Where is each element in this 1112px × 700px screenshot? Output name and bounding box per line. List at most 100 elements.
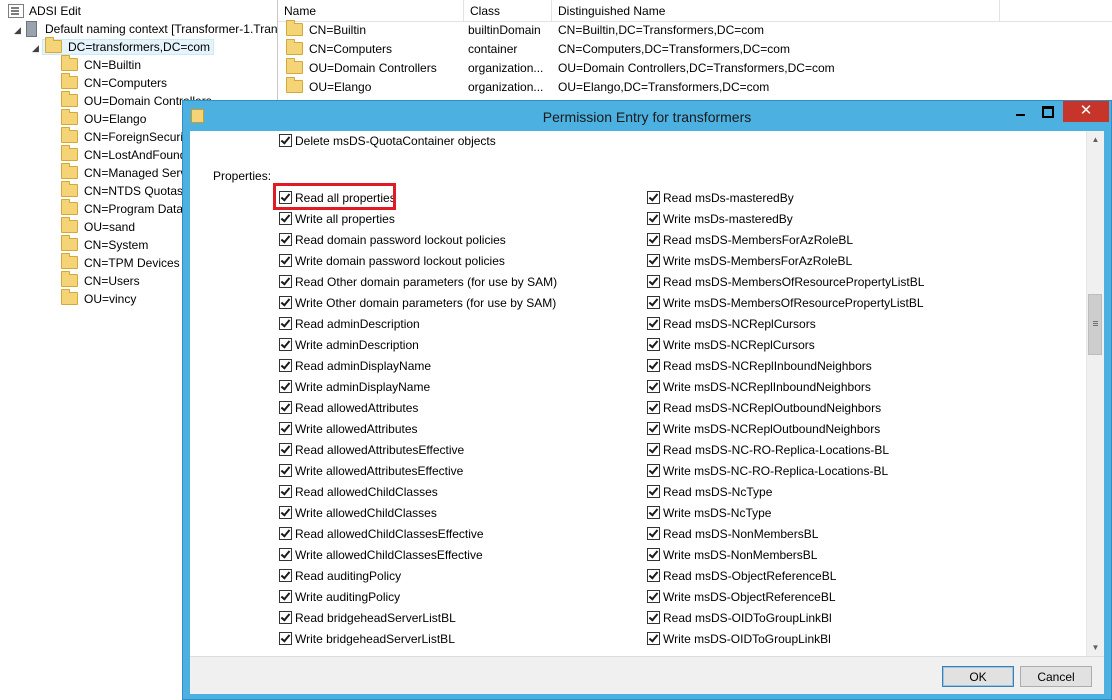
permission-left-checkbox[interactable]: Write adminDisplayName bbox=[279, 379, 430, 395]
list-row[interactable]: OU=Elango organization... OU=Elango,DC=Tra… bbox=[278, 77, 1112, 97]
permission-left-checkbox[interactable]: Read domain password lockout policies bbox=[279, 232, 506, 248]
permission-right-checkbox[interactable]: Read msDS-NonMembersBL bbox=[647, 526, 818, 542]
checkbox-checked-icon bbox=[647, 443, 660, 457]
permission-right-checkbox[interactable]: Write msDS-MembersOfResourcePropertyList… bbox=[647, 295, 924, 311]
permission-right-checkbox[interactable]: Read msDs-masteredBy bbox=[647, 190, 794, 206]
permission-left-checkbox[interactable]: Write allowedChildClasses bbox=[279, 505, 437, 521]
list-row[interactable]: OU=Domain Controllers organization... OU=D… bbox=[278, 58, 1112, 78]
checkbox-checked-icon bbox=[647, 380, 660, 394]
list-cell-class: organization... bbox=[468, 61, 544, 75]
permission-right-checkbox[interactable]: Read msDS-MembersOfResourcePropertyListB… bbox=[647, 274, 924, 290]
permission-left-checkbox[interactable]: Write allowedAttributes bbox=[279, 421, 418, 437]
dialog-titlebar[interactable]: Permission Entry for transformers ✕ bbox=[183, 101, 1111, 133]
permission-right-checkbox[interactable]: Read msDS-NCReplOutboundNeighbors bbox=[647, 400, 881, 416]
permission-right-checkbox[interactable]: Read msDS-NCReplInboundNeighbors bbox=[647, 358, 872, 374]
permission-right-checkbox[interactable]: Read msDS-NCReplCursors bbox=[647, 316, 816, 332]
permission-label: Write msDS-MembersForAzRoleBL bbox=[663, 254, 853, 268]
permission-right-checkbox[interactable]: Write msDS-NCReplCursors bbox=[647, 337, 815, 353]
permission-right-checkbox[interactable]: Write msDS-NCReplOutboundNeighbors bbox=[647, 421, 880, 437]
dialog-client: Delete msDS-QuotaContainer objects Prope… bbox=[190, 131, 1104, 694]
close-button[interactable]: ✕ bbox=[1063, 101, 1109, 122]
permission-left-checkbox[interactable]: Write adminDescription bbox=[279, 337, 419, 353]
permission-left-checkbox[interactable]: Write Other domain parameters (for use b… bbox=[279, 295, 556, 311]
permission-left-checkbox[interactable]: Write allowedAttributesEffective bbox=[279, 463, 463, 479]
column-header-dn[interactable]: Distinguished Name bbox=[552, 0, 1000, 21]
checkbox-checked-icon bbox=[647, 611, 660, 625]
permission-left-checkbox[interactable]: Write all properties bbox=[279, 211, 395, 227]
list-cell-name: OU=Elango bbox=[309, 80, 372, 94]
scroll-thumb[interactable] bbox=[1088, 294, 1102, 355]
tree-item[interactable]: CN=ForeignSecuri bbox=[61, 127, 183, 146]
column-header-class[interactable]: Class bbox=[464, 0, 552, 21]
scroll-down-icon[interactable]: ▼ bbox=[1087, 639, 1104, 656]
list-row[interactable]: CN=Builtin builtinDomain CN=Builtin,DC=Tra… bbox=[278, 20, 1112, 40]
permission-right-checkbox[interactable]: Write msDS-ObjectReferenceBL bbox=[647, 589, 836, 605]
permission-left-checkbox[interactable]: Write bridgeheadServerListBL bbox=[279, 631, 455, 647]
permission-left-checkbox[interactable]: Read allowedAttributes bbox=[279, 400, 418, 416]
permission-right-checkbox[interactable]: Write msDs-masteredBy bbox=[647, 211, 793, 227]
permission-right-checkbox[interactable]: Read msDS-MembersForAzRoleBL bbox=[647, 232, 853, 248]
folder-icon bbox=[61, 55, 78, 72]
tree-item[interactable]: CN=TPM Devices bbox=[61, 253, 180, 272]
tree-item[interactable]: OU=vincy bbox=[61, 289, 136, 308]
permission-left-checkbox[interactable]: Write domain password lockout policies bbox=[279, 253, 505, 269]
ok-button[interactable]: OK bbox=[942, 666, 1014, 687]
checkbox-checked-icon bbox=[647, 338, 660, 352]
expand-arrow-icon[interactable]: ◢ bbox=[14, 25, 21, 36]
permission-left-checkbox[interactable]: Read auditingPolicy bbox=[279, 568, 401, 584]
permission-right-checkbox[interactable]: Write msDS-MembersForAzRoleBL bbox=[647, 253, 852, 269]
list-row[interactable]: CN=Computers container CN=Computers,DC=Tra… bbox=[278, 39, 1112, 59]
checkbox-checked-icon bbox=[647, 401, 660, 415]
permission-left-checkbox[interactable]: Write auditingPolicy bbox=[279, 589, 400, 605]
permission-left-checkbox[interactable]: Write allowedChildClassesEffective bbox=[279, 547, 483, 563]
expand-arrow-icon[interactable]: ◢ bbox=[32, 43, 39, 54]
cancel-button[interactable]: Cancel bbox=[1020, 666, 1092, 687]
tree-item[interactable]: CN=LostAndFound bbox=[61, 145, 186, 164]
permission-left-checkbox[interactable]: Read bridgeheadServerListBL bbox=[279, 610, 456, 626]
close-icon: ✕ bbox=[1079, 102, 1093, 119]
checkbox-checked-icon bbox=[647, 569, 660, 583]
tree-item[interactable]: OU=sand bbox=[61, 217, 135, 236]
tree-item[interactable]: CN=Computers bbox=[61, 73, 167, 92]
tree-root[interactable]: ADSI Edit bbox=[8, 2, 81, 20]
tree-naming-context[interactable]: Default naming context [Transformer-1.Tr… bbox=[26, 20, 277, 38]
column-header-name[interactable]: Name bbox=[278, 0, 464, 21]
permission-right-checkbox[interactable]: Write msDS-NC-RO-Replica-Locations-BL bbox=[647, 463, 888, 479]
permission-right-checkbox[interactable]: Read msDS-NcType bbox=[647, 484, 772, 500]
checkbox-delete-quota-container[interactable]: Delete msDS-QuotaContainer objects bbox=[279, 133, 496, 149]
permission-right-checkbox[interactable]: Read msDS-ObjectReferenceBL bbox=[647, 568, 836, 584]
permission-label: Read msDs-masteredBy bbox=[663, 191, 794, 205]
permission-left-checkbox[interactable]: Read Other domain parameters (for use by… bbox=[279, 274, 557, 290]
tree-item[interactable]: CN=Builtin bbox=[61, 55, 141, 74]
tree-item[interactable]: CN=Managed Serv bbox=[61, 163, 186, 182]
permission-right-checkbox[interactable]: Write msDS-NCReplInboundNeighbors bbox=[647, 379, 871, 395]
permission-right-checkbox[interactable]: Write msDS-NcType bbox=[647, 505, 771, 521]
checkbox-checked-icon bbox=[647, 317, 660, 331]
tree-item[interactable]: CN=Program Data bbox=[61, 199, 183, 218]
tree-item[interactable]: OU=Elango bbox=[61, 109, 146, 128]
permission-right-checkbox[interactable]: Read msDS-NC-RO-Replica-Locations-BL bbox=[647, 442, 889, 458]
permission-right-checkbox[interactable]: Read msDS-OIDToGroupLinkBl bbox=[647, 610, 832, 626]
permission-left-checkbox[interactable]: Read allowedChildClasses bbox=[279, 484, 438, 500]
permission-left-checkbox[interactable]: Read adminDisplayName bbox=[279, 358, 431, 374]
minimize-icon bbox=[1015, 113, 1025, 116]
folder-icon bbox=[61, 271, 78, 288]
tree-item[interactable]: CN=NTDS Quotas bbox=[61, 181, 183, 200]
checkbox-checked-icon bbox=[647, 359, 660, 373]
minimize-button[interactable] bbox=[1007, 101, 1033, 122]
permission-right-checkbox[interactable]: Write msDS-NonMembersBL bbox=[647, 547, 817, 563]
tree-item[interactable]: CN=System bbox=[61, 235, 148, 254]
checkbox-checked-icon bbox=[279, 527, 292, 541]
permission-right-checkbox[interactable]: Write msDS-OIDToGroupLinkBl bbox=[647, 631, 831, 647]
tree-item[interactable]: CN=Users bbox=[61, 271, 140, 290]
permission-left-checkbox[interactable]: Read allowedAttributesEffective bbox=[279, 442, 464, 458]
checkbox-checked-icon bbox=[279, 569, 292, 583]
checkbox-checked-icon bbox=[279, 254, 292, 268]
maximize-button[interactable] bbox=[1035, 101, 1061, 122]
checkbox-checked-icon bbox=[647, 233, 660, 247]
permission-left-checkbox[interactable]: Read adminDescription bbox=[279, 316, 420, 332]
vertical-scrollbar[interactable]: ▲ ▼ bbox=[1086, 131, 1104, 656]
scroll-up-icon[interactable]: ▲ bbox=[1087, 131, 1104, 148]
tree-domain-node[interactable]: DC=transformers,DC=com bbox=[42, 37, 215, 56]
permission-left-checkbox[interactable]: Read allowedChildClassesEffective bbox=[279, 526, 484, 542]
